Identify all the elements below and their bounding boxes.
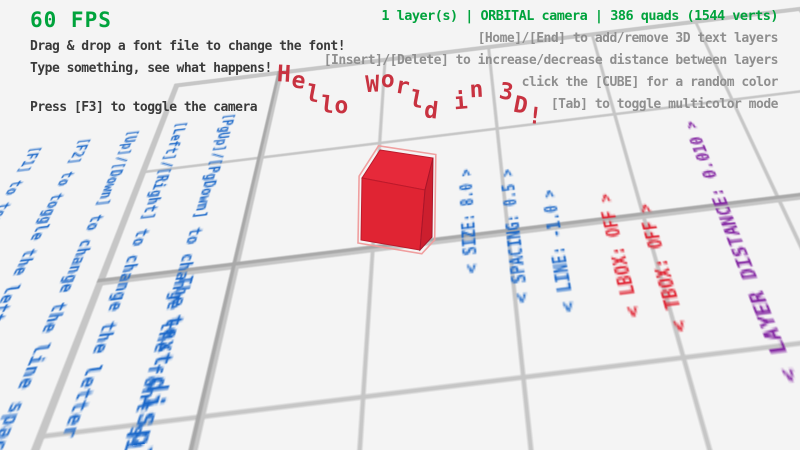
hint-toggle-camera: Press [F3] to toggle the camera xyxy=(30,100,345,115)
hint-type: Type something, see what happens! xyxy=(30,61,345,76)
hint-layer-distance: [Insert]/[Delete] to increase/decrease d… xyxy=(324,53,778,68)
hint-cube-color: click the [CUBE] for a random color xyxy=(324,75,778,90)
hud-right: 1 layer(s) | ORBITAL camera | 386 quads … xyxy=(324,8,778,112)
hint-layers: [Home]/[End] to add/remove 3D text layer… xyxy=(324,31,778,46)
cube-front-face xyxy=(361,178,425,250)
hint-multicolor: [Tab] to toggle multicolor mode xyxy=(324,97,778,112)
caption-word: text xyxy=(147,314,183,368)
hint-drag-drop: Drag & drop a font file to change the fo… xyxy=(30,39,345,54)
hud-left: 60 FPS Drag & drop a font file to change… xyxy=(30,8,345,115)
caption-word: The xyxy=(165,275,192,308)
fps-counter: 60 FPS xyxy=(30,8,345,32)
render-stats: 1 layer(s) | ORBITAL camera | 386 quads … xyxy=(324,8,778,24)
viewport: [F1] to toggle the text boundary [F2] to… xyxy=(0,0,800,450)
caption-word: displayed xyxy=(93,374,172,450)
